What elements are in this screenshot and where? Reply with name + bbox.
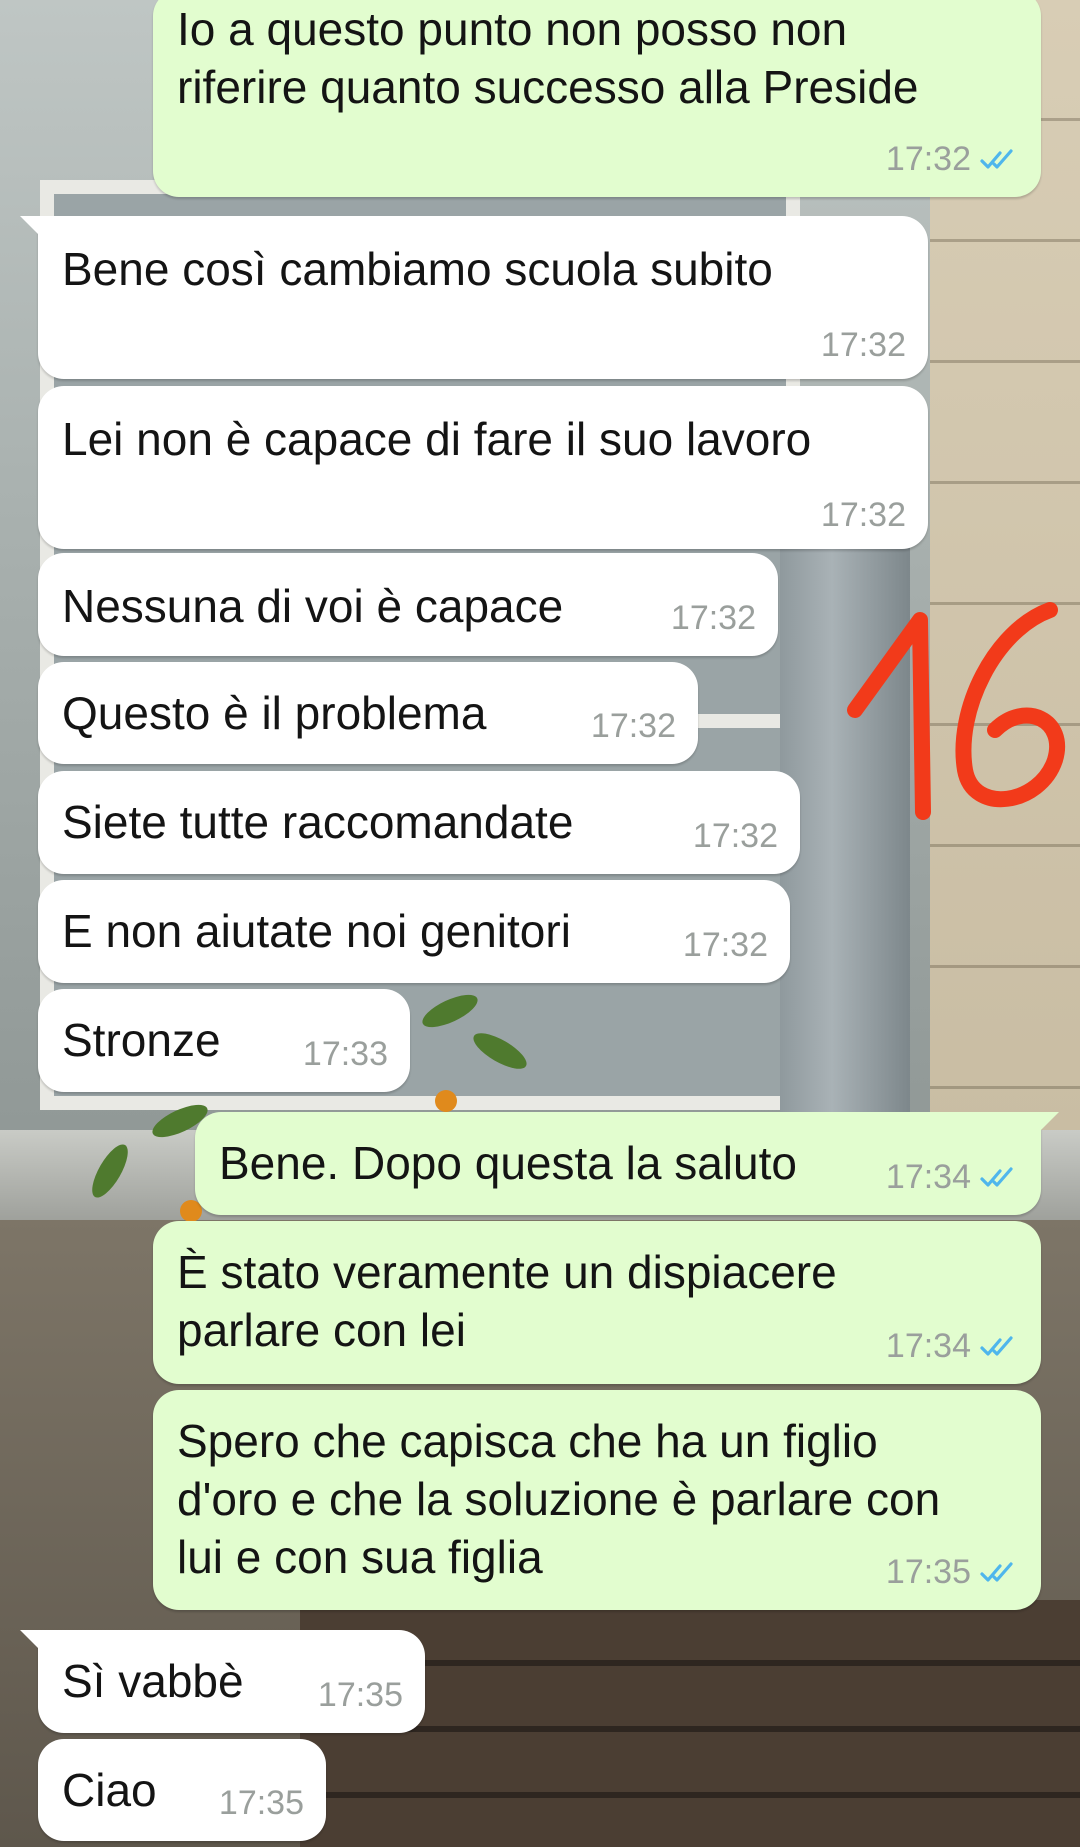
message-bubble-incoming[interactable]: Bene così cambiamo scuola subito 17:32 bbox=[20, 216, 928, 379]
message-meta: 17:32 bbox=[821, 496, 906, 535]
message-meta: 17:32 bbox=[886, 140, 1019, 179]
message-bubble-incoming[interactable]: Lei non è capace di fare il suo lavoro 1… bbox=[38, 386, 928, 549]
message-time: 17:35 bbox=[885, 1553, 971, 1591]
message-text: Io a questo punto non posso non riferire… bbox=[177, 3, 919, 113]
message-bubble-outgoing[interactable]: Io a questo punto non posso non riferire… bbox=[153, 0, 1041, 197]
message-text: E non aiutate noi genitori bbox=[62, 905, 571, 957]
message-bubble-incoming[interactable]: E non aiutate noi genitori 17:32 bbox=[38, 880, 790, 983]
message-meta: 17:32 bbox=[591, 707, 676, 746]
message-bubble-outgoing[interactable]: Spero che capisca che ha un figlio d'oro… bbox=[153, 1390, 1041, 1610]
message-bubble-incoming[interactable]: Stronze 17:33 bbox=[38, 989, 410, 1092]
read-double-tick-icon bbox=[979, 1335, 1019, 1359]
message-meta: 17:32 bbox=[693, 817, 778, 856]
message-time: 17:35 bbox=[218, 1784, 304, 1822]
read-double-tick-icon bbox=[979, 1166, 1019, 1190]
message-bubble-incoming[interactable]: Nessuna di voi è capace 17:32 bbox=[38, 553, 778, 656]
read-double-tick-icon bbox=[979, 148, 1019, 172]
read-double-tick-icon bbox=[979, 1561, 1019, 1585]
message-text: Questo è il problema bbox=[62, 687, 487, 739]
message-bubble-incoming[interactable]: Siete tutte raccomandate 17:32 bbox=[38, 771, 800, 874]
handwritten-annotation bbox=[847, 602, 1065, 820]
message-time: 17:32 bbox=[682, 926, 768, 964]
message-meta: 17:35 bbox=[318, 1676, 403, 1715]
message-bubble-incoming[interactable]: Sì vabbè 17:35 bbox=[20, 1630, 425, 1733]
message-time: 17:32 bbox=[692, 817, 778, 855]
message-text: Siete tutte raccomandate bbox=[62, 796, 574, 848]
message-bubble-outgoing[interactable]: Bene. Dopo questa la saluto 17:34 bbox=[195, 1112, 1059, 1215]
message-text: Lei non è capace di fare il suo lavoro bbox=[62, 413, 812, 465]
message-time: 17:32 bbox=[820, 326, 906, 364]
message-time: 17:35 bbox=[317, 1676, 403, 1714]
message-bubble-incoming[interactable]: Questo è il problema 17:32 bbox=[38, 662, 698, 764]
message-text: Bene così cambiamo scuola subito bbox=[62, 243, 773, 295]
message-meta: 17:35 bbox=[219, 1784, 304, 1823]
message-time: 17:32 bbox=[590, 707, 676, 745]
message-meta: 17:32 bbox=[821, 326, 906, 365]
message-time: 17:32 bbox=[820, 496, 906, 534]
message-meta: 17:32 bbox=[671, 599, 756, 638]
message-list[interactable]: Io a questo punto non posso non riferire… bbox=[0, 0, 1080, 1847]
message-time: 17:33 bbox=[302, 1035, 388, 1073]
message-meta: 17:35 bbox=[886, 1553, 1019, 1592]
message-meta: 17:33 bbox=[303, 1035, 388, 1074]
message-meta: 17:34 bbox=[886, 1327, 1019, 1366]
message-time: 17:32 bbox=[885, 140, 971, 178]
message-meta: 17:32 bbox=[683, 926, 768, 965]
message-bubble-incoming[interactable]: Ciao 17:35 bbox=[38, 1739, 326, 1841]
message-time: 17:32 bbox=[670, 599, 756, 637]
message-time: 17:34 bbox=[885, 1327, 971, 1365]
message-time: 17:34 bbox=[885, 1158, 971, 1196]
message-bubble-outgoing[interactable]: È stato veramente un dispiacere parlare … bbox=[153, 1221, 1041, 1384]
message-text: Nessuna di voi è capace bbox=[62, 580, 564, 632]
message-meta: 17:34 bbox=[886, 1158, 1019, 1197]
